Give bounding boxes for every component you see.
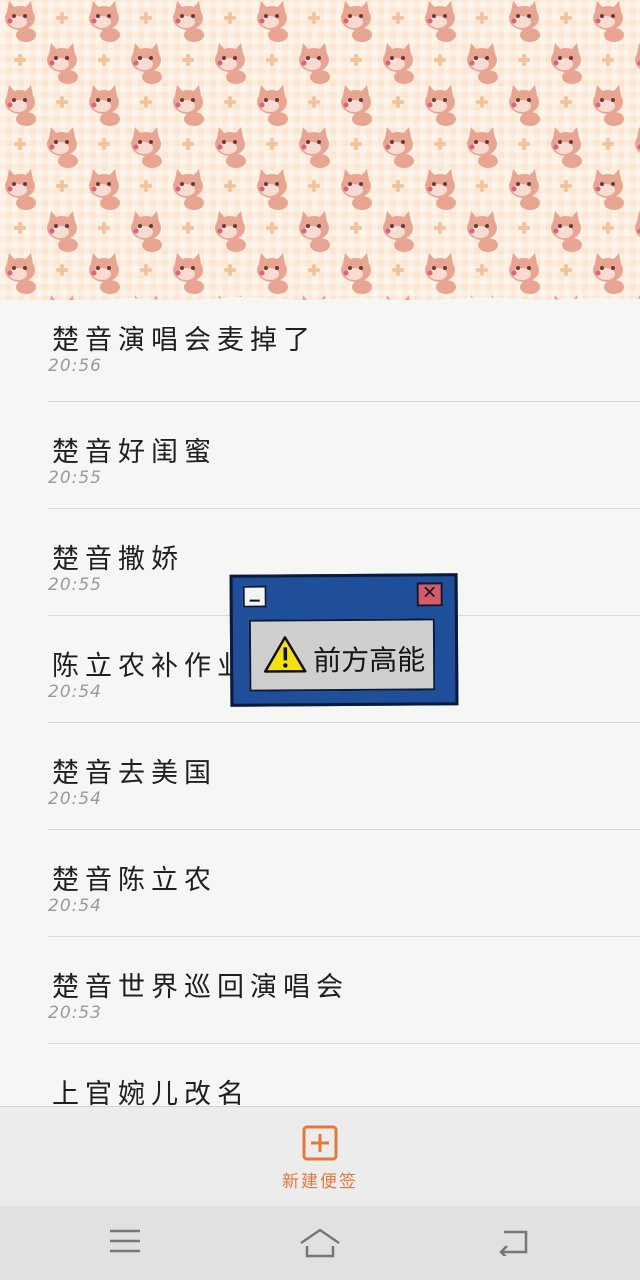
warning-panel: 前方高能 <box>248 618 436 692</box>
note-time: 20:54 <box>48 682 102 702</box>
list-item[interactable]: 楚音好闺蜜 20:55 <box>48 402 640 509</box>
list-item[interactable]: 楚音陈立农 20:54 <box>48 830 640 937</box>
header-banner <box>0 0 640 326</box>
note-title: 楚音去美国 <box>52 758 217 789</box>
list-item[interactable]: 上官婉儿改名 <box>48 1044 640 1106</box>
note-title: 楚音好闺蜜 <box>52 437 217 468</box>
list-item[interactable]: 楚音演唱会麦掉了 20:56 <box>48 300 640 402</box>
system-nav-bar <box>0 1206 640 1280</box>
note-title: 楚音世界巡回演唱会 <box>52 972 349 1003</box>
new-note-label: 新建便签 <box>282 1172 358 1192</box>
note-title: 楚音撒娇 <box>52 544 184 575</box>
warning-popup[interactable]: ✕ 前方高能 <box>229 573 459 707</box>
note-title: 陈立农补作业 <box>52 651 250 682</box>
list-item[interactable]: 楚音世界巡回演唱会 20:53 <box>48 937 640 1044</box>
plus-square-icon <box>302 1125 338 1161</box>
minimize-icon[interactable] <box>242 585 267 608</box>
note-time: 20:55 <box>48 575 102 595</box>
note-time: 20:54 <box>48 789 102 809</box>
menu-icon[interactable] <box>108 1226 142 1256</box>
note-title: 楚音演唱会麦掉了 <box>52 325 316 356</box>
note-title: 楚音陈立农 <box>52 865 217 896</box>
action-bar: 新建便签 <box>0 1106 640 1207</box>
cat-pattern-icon <box>0 0 640 320</box>
note-title: 上官婉儿改名 <box>52 1079 250 1106</box>
new-note-button[interactable]: 新建便签 <box>270 1125 370 1199</box>
note-time: 20:54 <box>48 896 102 916</box>
home-icon[interactable] <box>298 1226 342 1260</box>
note-time: 20:53 <box>48 1003 102 1023</box>
note-time: 20:56 <box>48 356 102 376</box>
back-icon[interactable] <box>498 1226 532 1256</box>
warning-text: 前方高能 <box>313 643 426 678</box>
close-icon[interactable]: ✕ <box>416 582 443 607</box>
warning-icon <box>263 636 307 673</box>
list-item[interactable]: 楚音去美国 20:54 <box>48 723 640 830</box>
note-time: 20:55 <box>48 468 102 488</box>
